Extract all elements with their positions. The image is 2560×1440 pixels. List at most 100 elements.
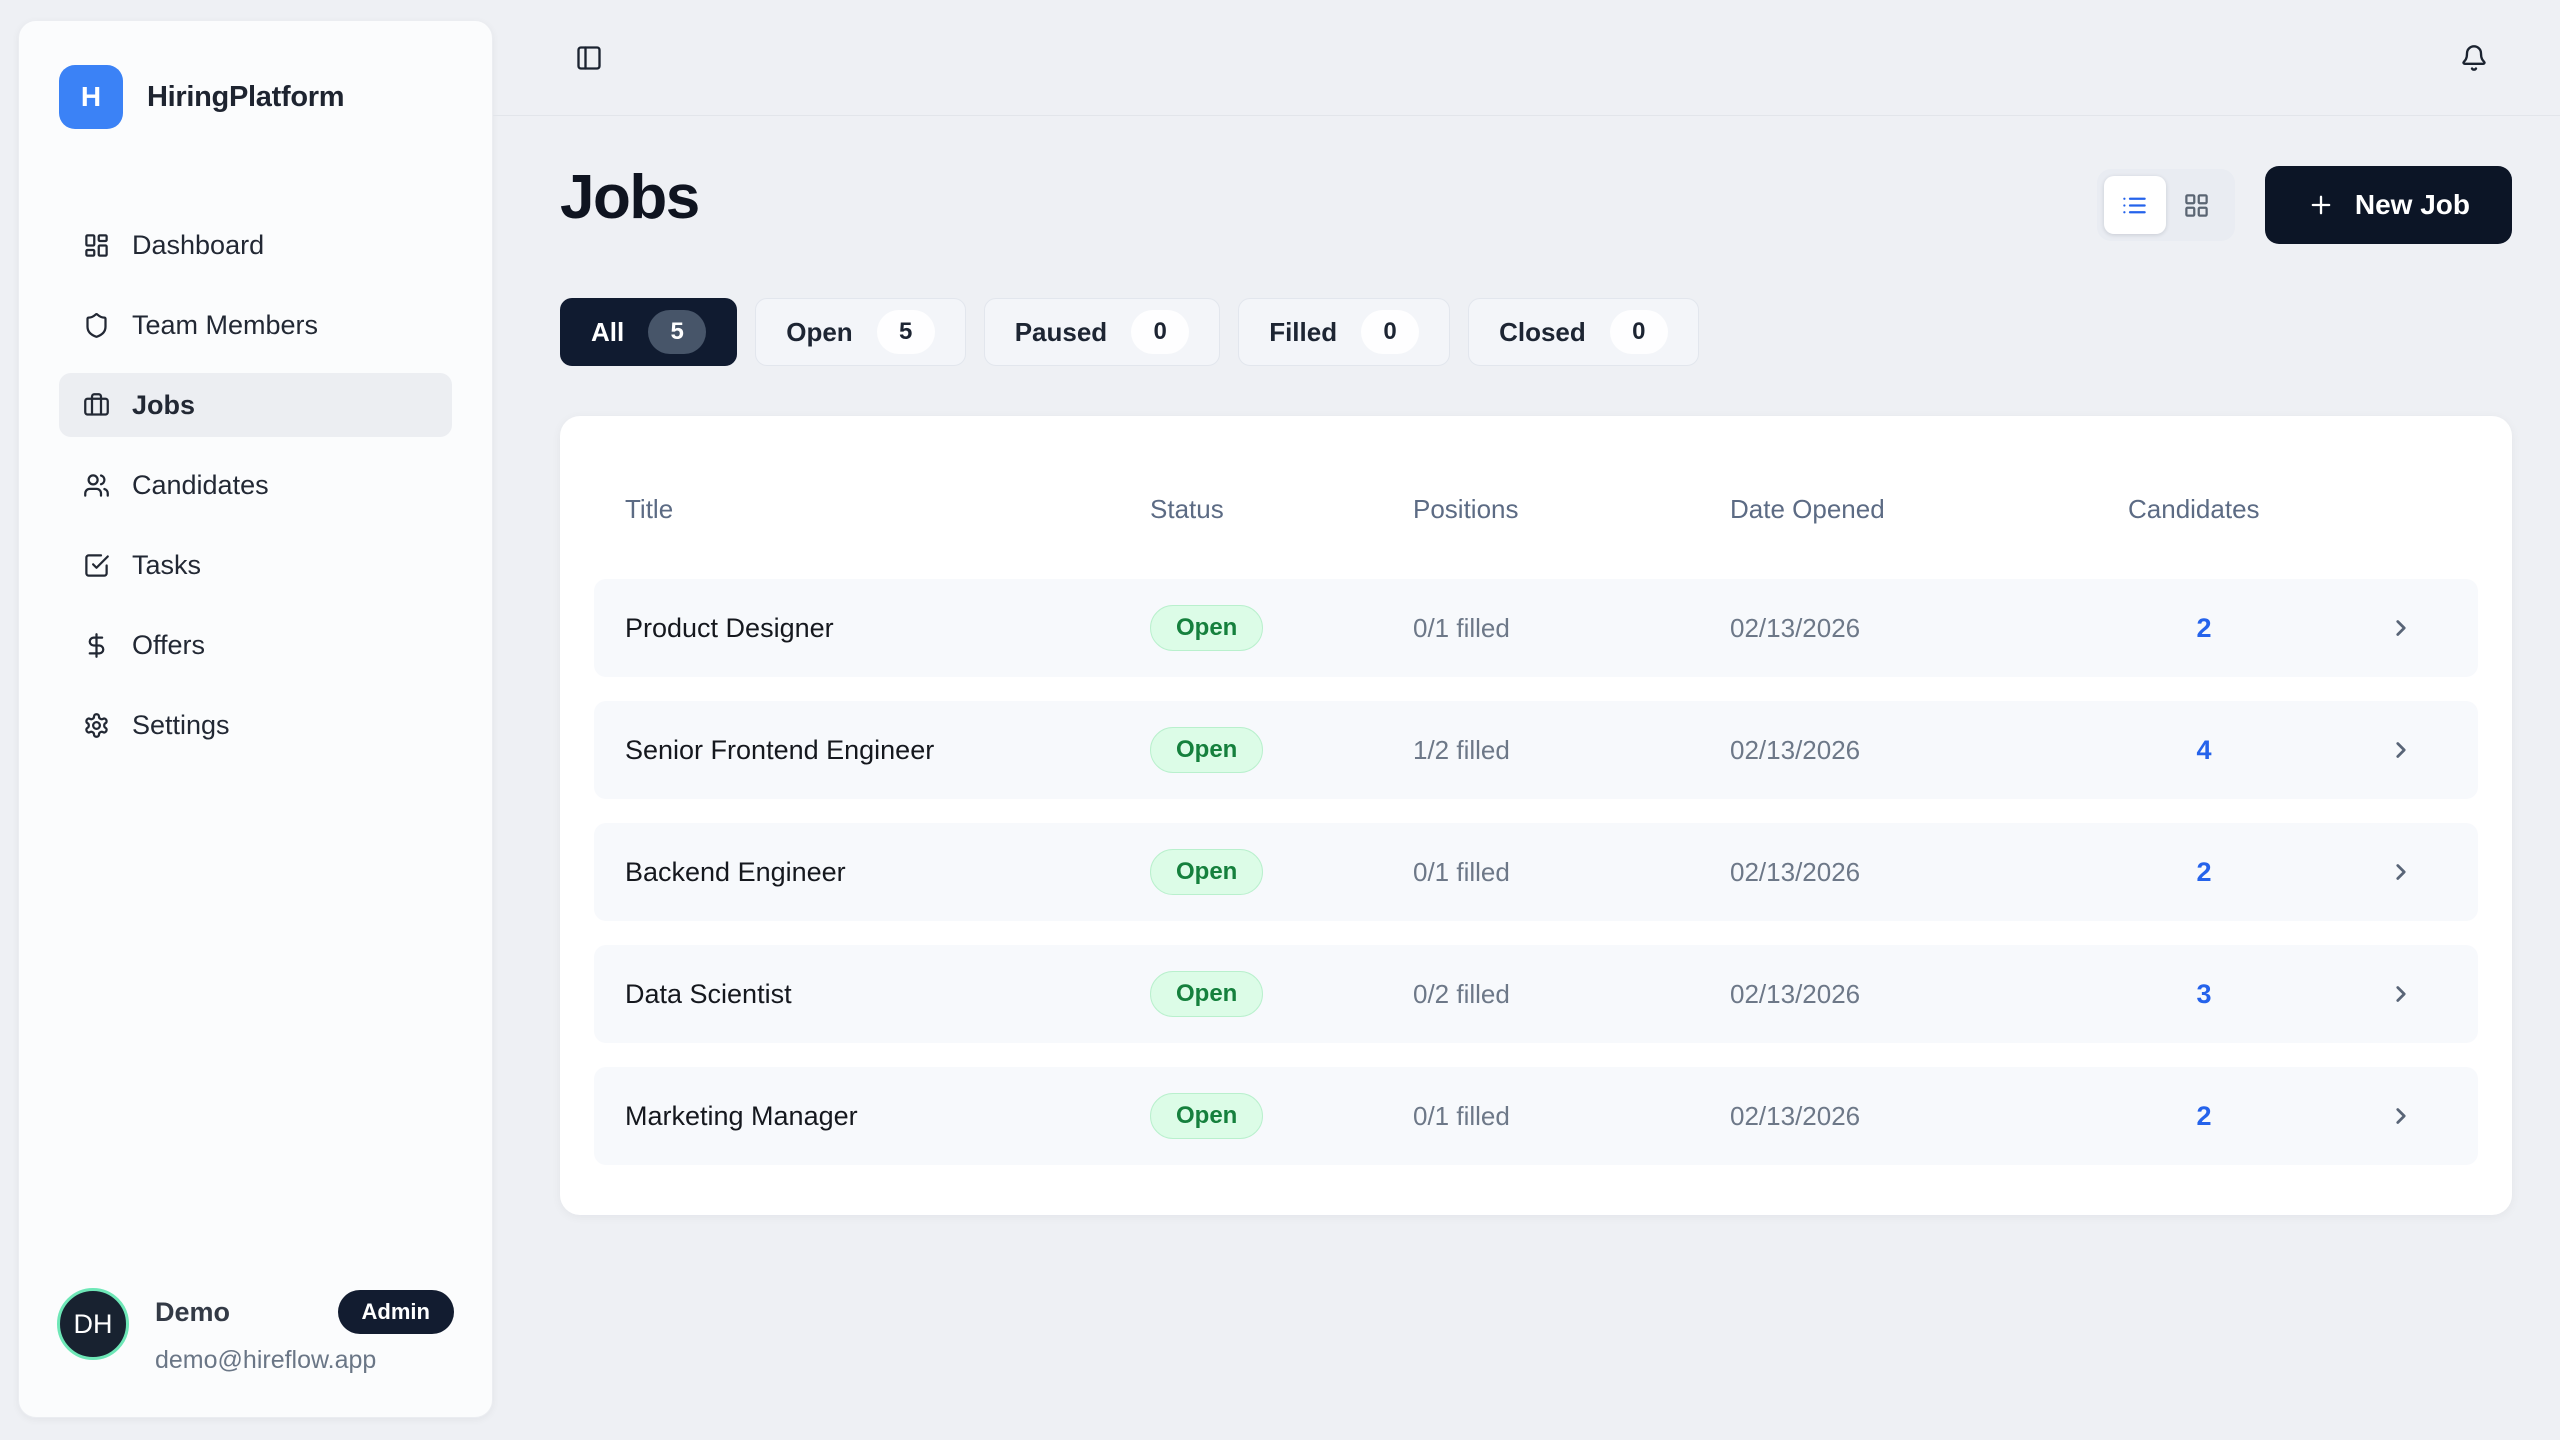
status-badge: Open xyxy=(1150,849,1263,895)
status-cell: Open xyxy=(1150,849,1413,895)
tasks-icon xyxy=(83,552,110,579)
sidebar-item-tasks[interactable]: Tasks xyxy=(59,533,452,597)
brand-logo: H xyxy=(59,65,123,129)
chevron-right-icon xyxy=(2388,981,2414,1007)
filter-tab-open[interactable]: Open 5 xyxy=(755,298,965,366)
filter-tab-count: 5 xyxy=(877,310,935,354)
brand: H HiringPlatform xyxy=(59,65,452,129)
user-name: Demo xyxy=(155,1297,230,1328)
row-chevron[interactable] xyxy=(2280,737,2478,763)
date-opened: 02/13/2026 xyxy=(1730,1101,2128,1132)
positions-filled: 1/2 filled xyxy=(1413,735,1730,766)
notifications-button[interactable] xyxy=(2460,44,2488,72)
table-row-senior-frontend-engineer[interactable]: Senior Frontend EngineerOpen1/2 filled02… xyxy=(594,701,2478,799)
sidebar: H HiringPlatform Dashboard Team Members Jo… xyxy=(18,20,493,1418)
dashboard-icon xyxy=(83,232,110,259)
status-badge: Open xyxy=(1150,971,1263,1017)
column-header-date: Date Opened xyxy=(1730,494,2128,525)
date-opened: 02/13/2026 xyxy=(1730,613,2128,644)
job-title: Backend Engineer xyxy=(594,857,1150,888)
user-email: demo@hireflow.app xyxy=(155,1346,454,1375)
status-filter-tabs: All5 Open 5 Paused0 Filled 0 Closed 0 xyxy=(560,298,2512,366)
new-job-button[interactable]: New Job xyxy=(2265,166,2512,244)
shield-icon xyxy=(83,312,110,339)
chevron-right-icon xyxy=(2388,737,2414,763)
sidebar-item-settings[interactable]: Settings xyxy=(59,693,452,757)
table-row-data-scientist[interactable]: Data ScientistOpen0/2 filled02/13/20263 xyxy=(594,945,2478,1043)
positions-filled: 0/2 filled xyxy=(1413,979,1730,1010)
status-badge: Open xyxy=(1150,605,1263,651)
page-header: Jobs New Job xyxy=(560,164,2512,244)
candidates-count[interactable]: 2 xyxy=(2128,857,2280,888)
job-title: Product Designer xyxy=(594,613,1150,644)
date-opened: 02/13/2026 xyxy=(1730,979,2128,1010)
sidebar-item-label: Tasks xyxy=(132,550,201,581)
filter-tab-closed[interactable]: Closed 0 xyxy=(1468,298,1699,366)
plus-icon xyxy=(2307,191,2335,219)
sidebar-item-offers[interactable]: Offers xyxy=(59,613,452,677)
status-cell: Open xyxy=(1150,971,1413,1017)
chevron-right-icon xyxy=(2388,859,2414,885)
filter-tab-filled[interactable]: Filled 0 xyxy=(1238,298,1450,366)
row-chevron[interactable] xyxy=(2280,1103,2478,1129)
user-info: Demo Admin demo@hireflow.app xyxy=(155,1288,454,1375)
new-job-label: New Job xyxy=(2355,189,2470,221)
page-content: Jobs New Job All5 xyxy=(493,116,2560,1215)
candidates-count[interactable]: 2 xyxy=(2128,613,2280,644)
sidebar-item-team-members[interactable]: Team Members xyxy=(59,293,452,357)
page-title: Jobs xyxy=(560,164,699,232)
filter-tab-label: Open xyxy=(786,317,852,348)
dollar-icon xyxy=(83,632,110,659)
candidates-count[interactable]: 2 xyxy=(2128,1101,2280,1132)
filter-tab-paused[interactable]: Paused0 xyxy=(984,298,1221,366)
sidebar-nav: Dashboard Team Members Jobs Candidates Tasks… xyxy=(59,213,452,757)
date-opened: 02/13/2026 xyxy=(1730,857,2128,888)
status-badge: Open xyxy=(1150,1093,1263,1139)
status-badge: Open xyxy=(1150,727,1263,773)
row-chevron[interactable] xyxy=(2280,859,2478,885)
settings-icon xyxy=(83,712,110,739)
sidebar-item-candidates[interactable]: Candidates xyxy=(59,453,452,517)
users-icon xyxy=(83,472,110,499)
sidebar-item-label: Dashboard xyxy=(132,230,264,261)
table-row-backend-engineer[interactable]: Backend EngineerOpen0/1 filled02/13/2026… xyxy=(594,823,2478,921)
candidates-count[interactable]: 3 xyxy=(2128,979,2280,1010)
table-header-row: Title Status Positions Date Opened Candi… xyxy=(594,416,2478,579)
filter-tab-all[interactable]: All5 xyxy=(560,298,737,366)
app-window: H HiringPlatform Dashboard Team Members Jo… xyxy=(0,0,2560,1440)
main-area: Jobs New Job All5 xyxy=(493,0,2560,1440)
sidebar-item-dashboard[interactable]: Dashboard xyxy=(59,213,452,277)
avatar[interactable]: DH xyxy=(57,1288,129,1360)
grid-view-button[interactable] xyxy=(2166,176,2228,234)
status-cell: Open xyxy=(1150,1093,1413,1139)
status-cell: Open xyxy=(1150,727,1413,773)
table-body: Product DesignerOpen0/1 filled02/13/2026… xyxy=(594,579,2478,1165)
panel-left-icon xyxy=(575,44,603,72)
sidebar-toggle-button[interactable] xyxy=(575,44,603,72)
column-header-title: Title xyxy=(594,494,1150,525)
status-cell: Open xyxy=(1150,605,1413,651)
job-title: Senior Frontend Engineer xyxy=(594,735,1150,766)
sidebar-item-jobs[interactable]: Jobs xyxy=(59,373,452,437)
row-chevron[interactable] xyxy=(2280,615,2478,641)
filter-tab-count: 0 xyxy=(1361,310,1419,354)
filter-tab-label: Filled xyxy=(1269,317,1337,348)
sidebar-item-label: Jobs xyxy=(132,390,195,421)
job-title: Marketing Manager xyxy=(594,1101,1150,1132)
header-actions: New Job xyxy=(2097,164,2512,244)
filter-tab-count: 0 xyxy=(1610,310,1668,354)
table-row-product-designer[interactable]: Product DesignerOpen0/1 filled02/13/2026… xyxy=(594,579,2478,677)
role-badge: Admin xyxy=(338,1290,454,1334)
topbar xyxy=(493,0,2560,116)
filter-tab-label: Closed xyxy=(1499,317,1586,348)
jobs-table: Title Status Positions Date Opened Candi… xyxy=(560,416,2512,1215)
list-icon xyxy=(2121,192,2148,219)
row-chevron[interactable] xyxy=(2280,981,2478,1007)
table-row-marketing-manager[interactable]: Marketing ManagerOpen0/1 filled02/13/202… xyxy=(594,1067,2478,1165)
list-view-button[interactable] xyxy=(2104,176,2166,234)
sidebar-item-label: Candidates xyxy=(132,470,269,501)
user-block[interactable]: DH Demo Admin demo@hireflow.app xyxy=(57,1288,454,1375)
sidebar-item-label: Settings xyxy=(132,710,230,741)
candidates-count[interactable]: 4 xyxy=(2128,735,2280,766)
sidebar-item-label: Offers xyxy=(132,630,205,661)
